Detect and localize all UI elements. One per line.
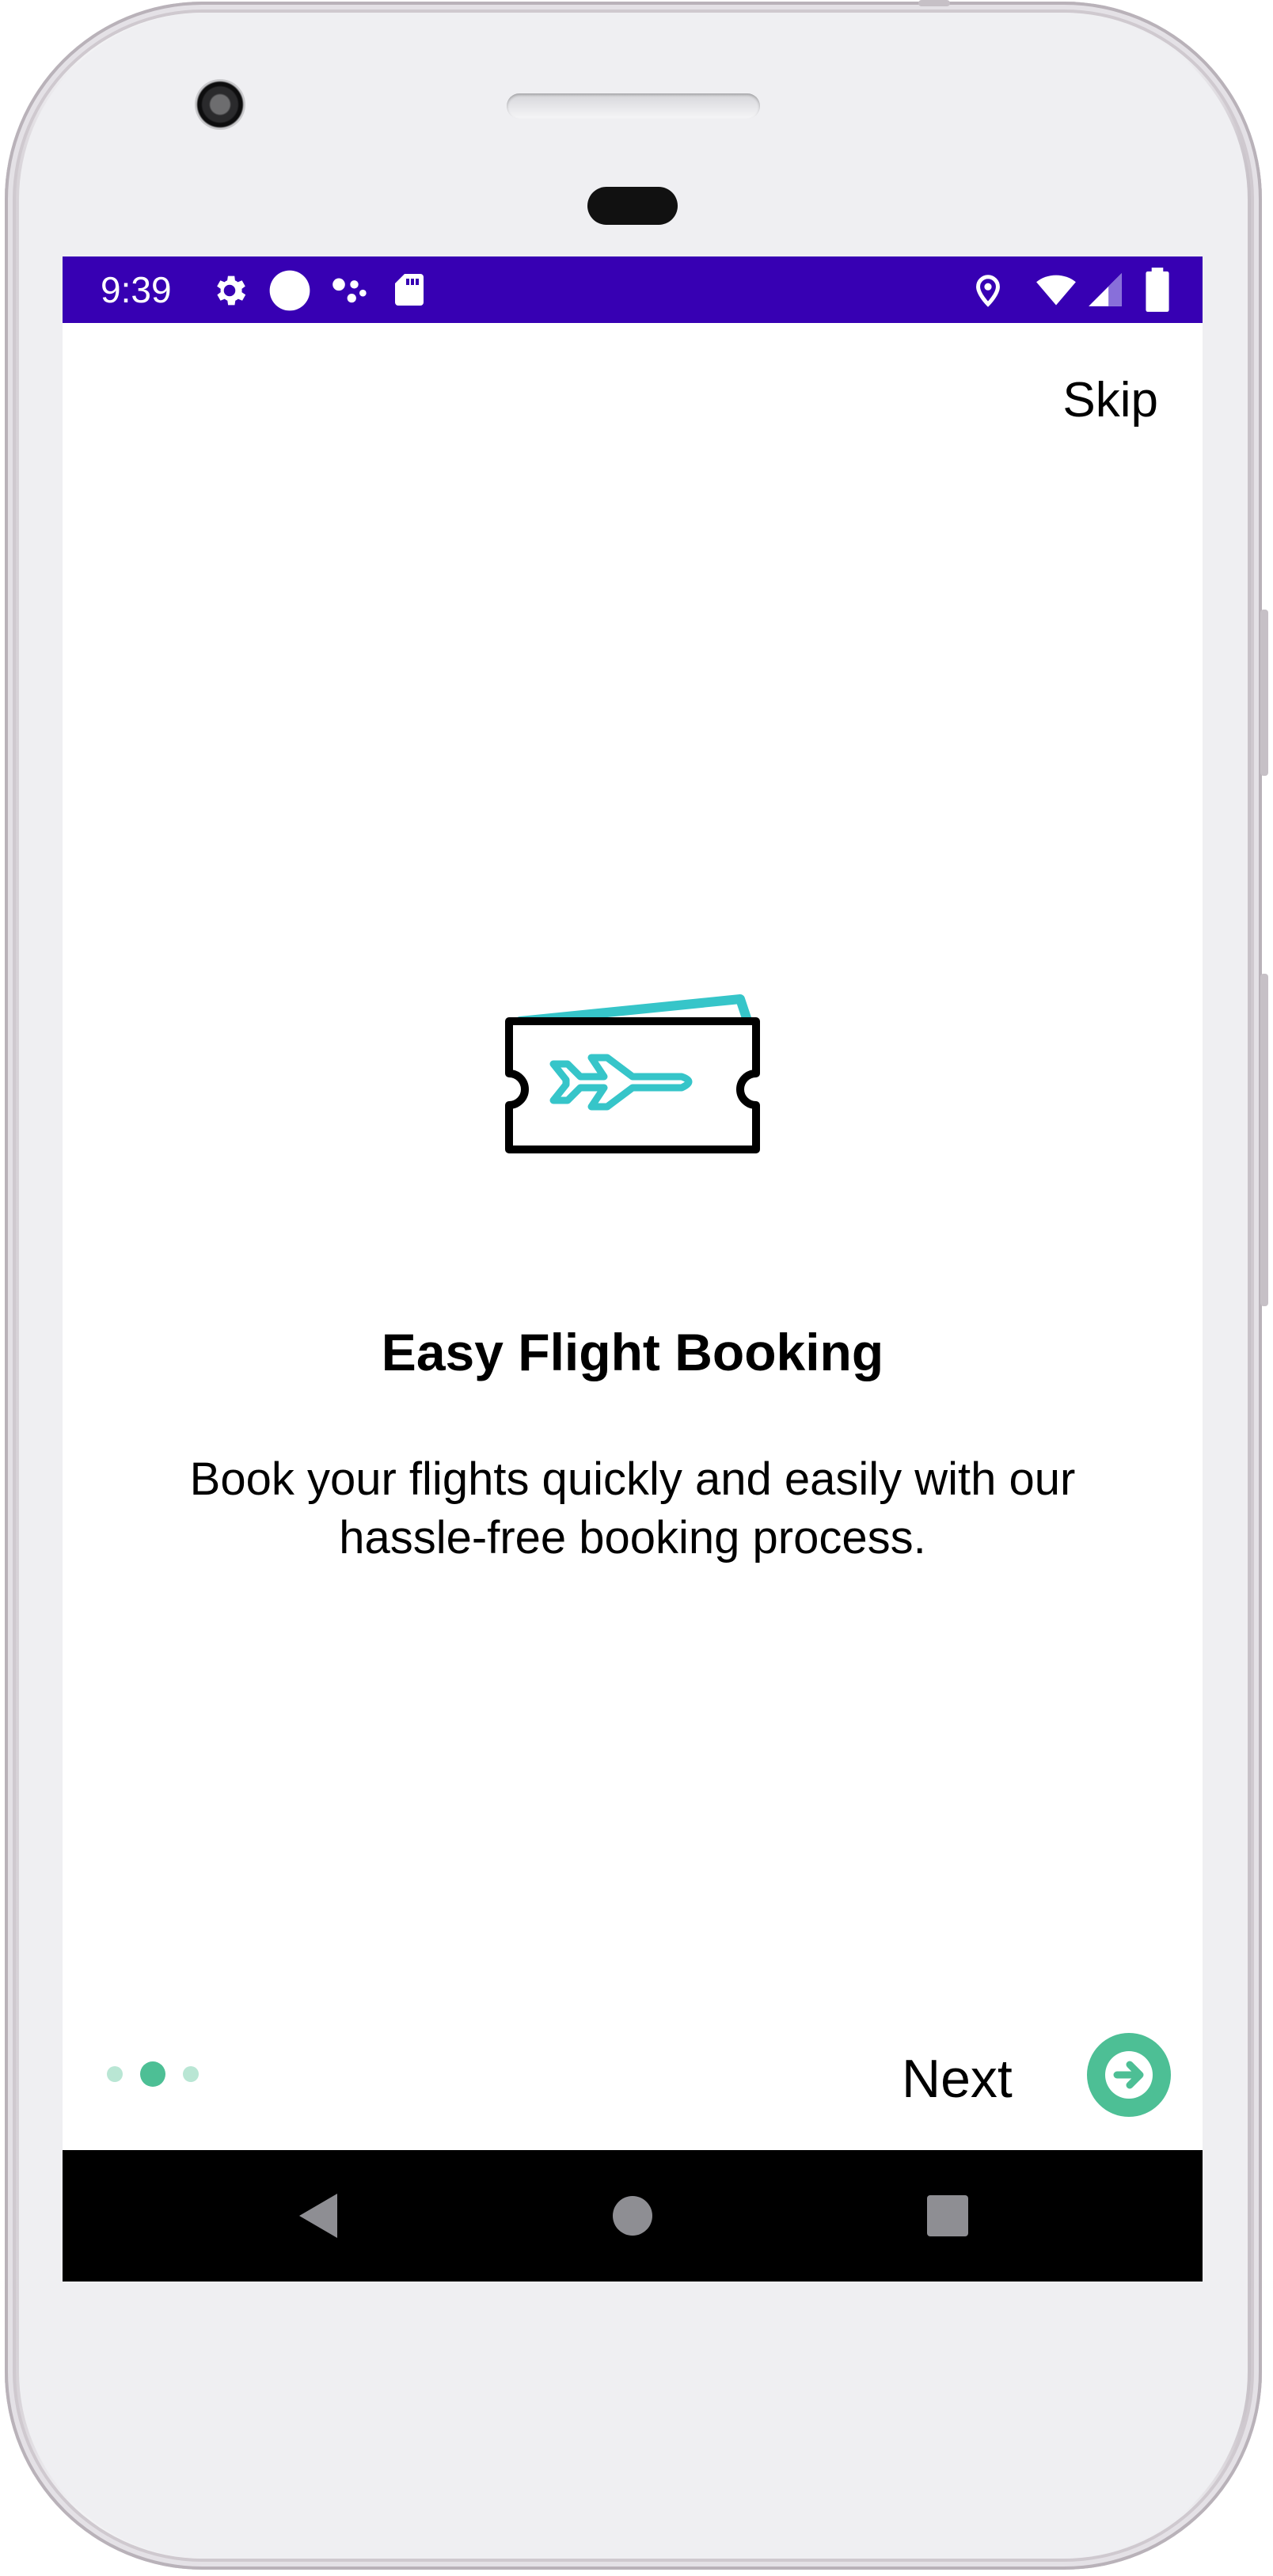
cellular-signal-icon <box>1089 273 1122 306</box>
front-camera <box>195 79 245 130</box>
earpiece-speaker <box>507 93 760 119</box>
device-frame: 9:39 Skip Easy Flight Booking Book your … <box>0 0 1273 2576</box>
page-title: Easy Flight Booking <box>381 1323 884 1381</box>
status-bar: 9:39 <box>63 256 1203 323</box>
page-dot-1 <box>107 2066 123 2082</box>
app-screen: 9:39 Skip Easy Flight Booking Book your … <box>63 256 1203 2282</box>
page-dot-3 <box>183 2066 199 2082</box>
next-button[interactable] <box>1087 2033 1171 2117</box>
volume-button <box>1260 974 1268 1306</box>
battery-icon <box>1146 268 1169 312</box>
recents-square-icon[interactable] <box>916 2184 979 2247</box>
sd-card-icon <box>395 274 424 306</box>
status-time: 9:39 <box>101 269 172 310</box>
arrow-right-icon <box>1105 2051 1153 2099</box>
page-description: Book your flights quickly and easily wit… <box>189 1453 1076 1563</box>
location-pin-icon <box>976 275 1000 307</box>
settings-gear-icon <box>217 275 246 306</box>
next-control: Next <box>902 2033 1171 2120</box>
system-nav-bar <box>63 2150 1203 2282</box>
top-edge-mark <box>918 0 950 6</box>
power-button <box>1260 610 1268 776</box>
skip-button[interactable]: Skip <box>1062 372 1158 429</box>
assistant-dots-icon <box>332 278 367 303</box>
proximity-sensor <box>587 187 678 225</box>
wifi-icon <box>1036 275 1076 306</box>
circle-icon <box>269 270 310 311</box>
airplane-ticket-icon <box>505 994 760 1153</box>
next-label[interactable]: Next <box>902 2047 1013 2111</box>
page-dot-2-active <box>140 2061 165 2087</box>
home-circle-icon[interactable] <box>601 2184 664 2247</box>
back-triangle-icon[interactable] <box>288 2184 352 2247</box>
